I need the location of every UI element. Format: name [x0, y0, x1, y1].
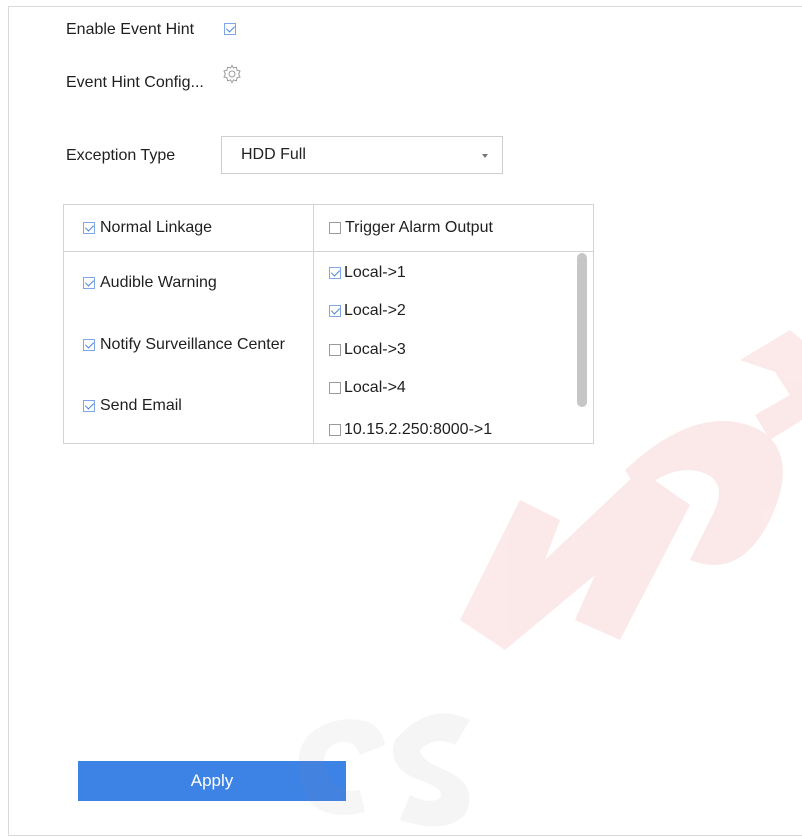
- local-3-label: Local->3: [344, 341, 406, 358]
- trigger-alarm-output-header: Trigger Alarm Output: [345, 219, 493, 236]
- notify-surveillance-center-checkbox[interactable]: [83, 339, 95, 351]
- trigger-alarm-output-checkbox[interactable]: [329, 222, 341, 234]
- local-2-label: Local->2: [344, 302, 406, 319]
- exception-type-select[interactable]: HDD Full: [221, 136, 503, 174]
- header-divider: [64, 251, 593, 252]
- local-1-checkbox[interactable]: [329, 267, 341, 279]
- ip-channel-1-label: 10.15.2.250:8000->1: [344, 421, 493, 438]
- local-4-checkbox[interactable]: [329, 382, 341, 394]
- normal-linkage-checkbox[interactable]: [83, 222, 95, 234]
- audible-warning-label: Audible Warning: [100, 274, 217, 291]
- ip-channel-1-checkbox[interactable]: [329, 424, 341, 436]
- send-email-label: Send Email: [100, 397, 182, 414]
- local-1-label: Local->1: [344, 264, 406, 281]
- trigger-list-scrollbar[interactable]: [577, 253, 587, 407]
- linkage-table: Normal Linkage Trigger Alarm Output Audi…: [63, 204, 594, 444]
- apply-button[interactable]: Apply: [78, 761, 346, 801]
- column-divider: [313, 205, 314, 443]
- notify-surveillance-center-label: Notify Surveillance Center: [100, 336, 285, 353]
- audible-warning-checkbox[interactable]: [83, 277, 95, 289]
- send-email-checkbox[interactable]: [83, 400, 95, 412]
- enable-event-hint-checkbox[interactable]: [224, 23, 236, 35]
- gear-icon[interactable]: [222, 64, 242, 84]
- normal-linkage-header: Normal Linkage: [100, 219, 213, 236]
- local-4-label: Local->4: [344, 379, 406, 396]
- chevron-down-icon: [482, 154, 488, 158]
- enable-event-hint-label: Enable Event Hint: [66, 21, 195, 38]
- exception-type-value: HDD Full: [241, 146, 306, 163]
- exception-type-label: Exception Type: [66, 147, 176, 164]
- event-hint-config-label: Event Hint Config...: [66, 74, 204, 91]
- local-3-checkbox[interactable]: [329, 344, 341, 356]
- local-2-checkbox[interactable]: [329, 305, 341, 317]
